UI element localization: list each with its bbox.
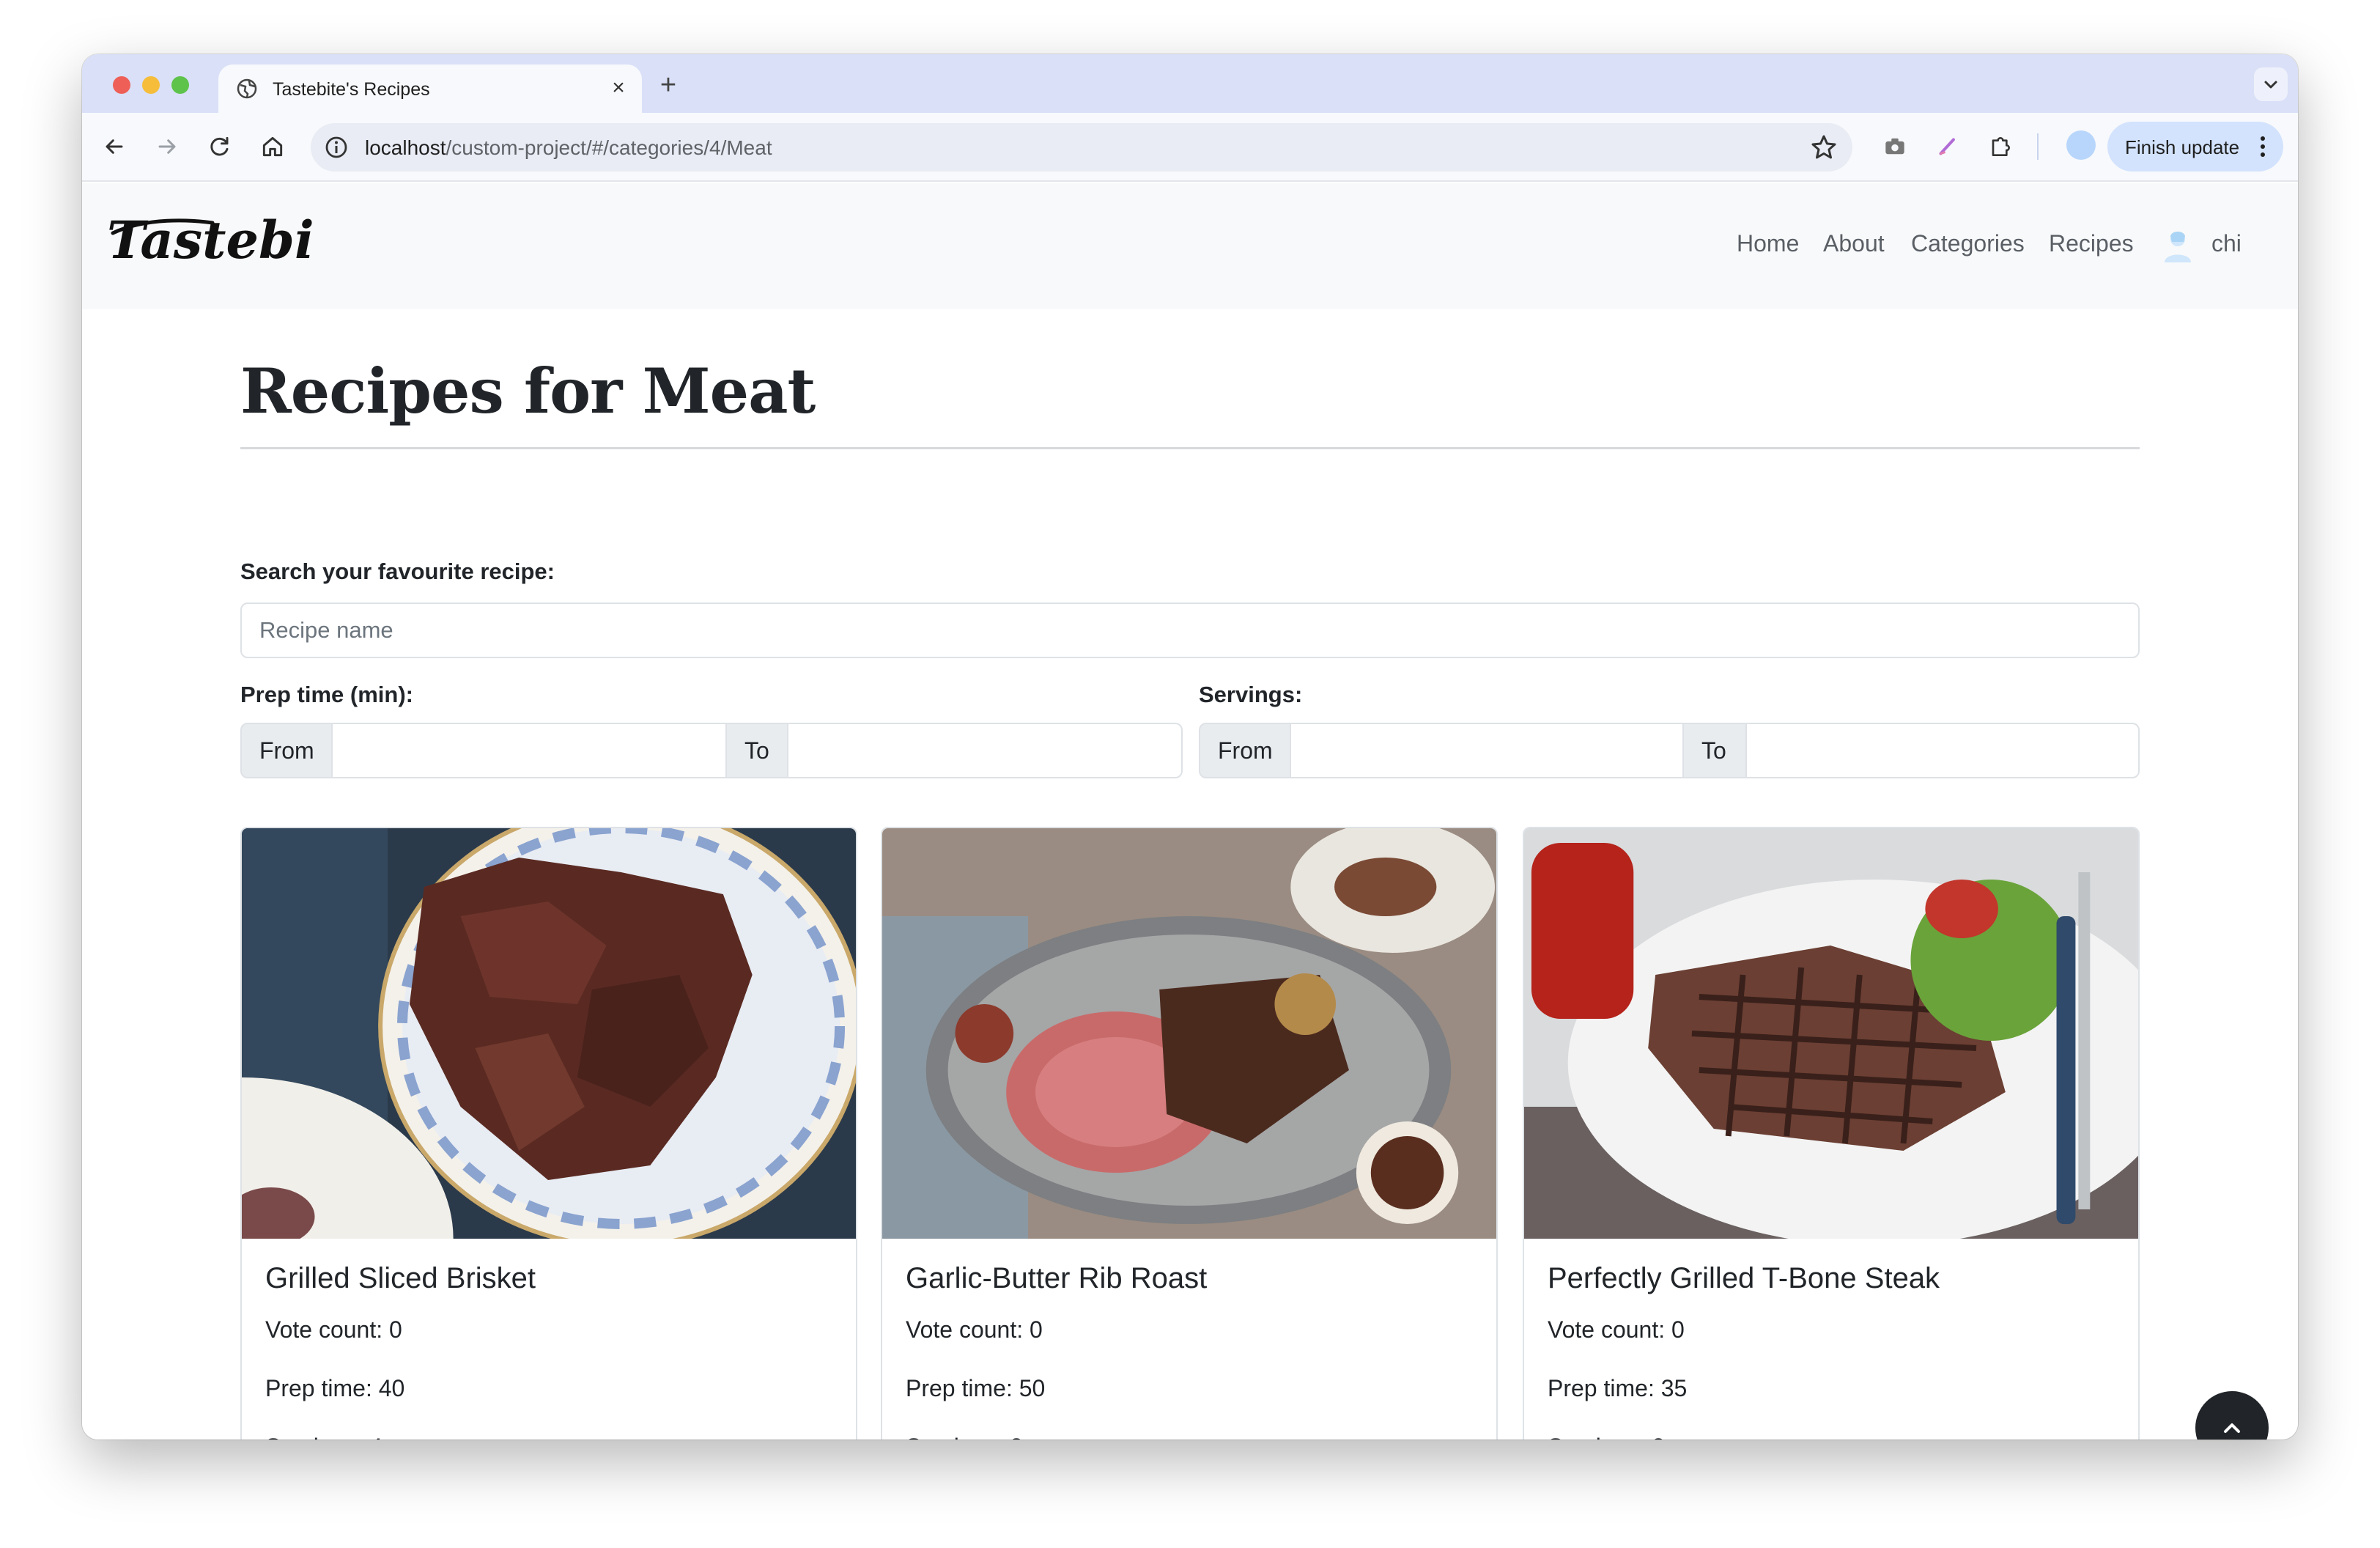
recipe-vote-count: Vote count: 0 <box>265 1316 402 1343</box>
recipe-image-brisket[interactable] <box>242 828 856 1239</box>
prep-to-input[interactable] <box>788 723 1183 778</box>
camera-icon <box>1885 138 1904 155</box>
prep-to-addon: To <box>727 723 788 778</box>
recipe-servings: Servings: 4 <box>265 1434 382 1440</box>
site-info-icon[interactable] <box>324 135 349 160</box>
browser-tab[interactable]: Tastebite's Recipes × <box>218 64 642 113</box>
recipe-image-t-bone[interactable] <box>1524 828 2138 1239</box>
tastebite-logo[interactable]: Tastebite <box>103 204 315 284</box>
screenshot-button[interactable] <box>1877 129 1912 164</box>
extensions-button[interactable] <box>1983 129 2018 164</box>
minimize-window-button[interactable] <box>142 76 160 94</box>
toolbar-divider <box>2037 133 2039 160</box>
maximize-window-button[interactable] <box>171 76 189 94</box>
nav-link-categories[interactable]: Categories <box>1911 230 2025 257</box>
recipe-prep-time: Prep time: 40 <box>265 1375 405 1401</box>
url-host: localhost <box>365 136 446 159</box>
chevron-down-icon <box>2264 81 2277 89</box>
title-divider <box>240 447 2140 449</box>
finish-update-label: Finish update <box>2125 136 2240 158</box>
close-window-button[interactable] <box>113 76 130 94</box>
new-tab-icon[interactable]: + <box>654 70 683 100</box>
profile-avatar[interactable] <box>2066 130 2096 160</box>
recipe-servings: Servings: 2 <box>1548 1434 1665 1440</box>
recipe-card[interactable]: Garlic-Butter Rib Roast Vote count: 0 Pr… <box>881 827 1498 1440</box>
user-avatar-icon[interactable] <box>2162 227 2194 265</box>
recipe-card[interactable]: Grilled Sliced Brisket Vote count: 0 Pre… <box>240 827 857 1440</box>
recipe-image-rib-roast[interactable] <box>882 828 1496 1239</box>
recipe-prep-time: Prep time: 50 <box>906 1375 1046 1401</box>
address-bar[interactable]: localhost/custom-project/#/categories/4/… <box>311 123 1852 172</box>
more-vert-icon <box>2261 136 2265 157</box>
url-text: localhost/custom-project/#/categories/4/… <box>365 136 772 160</box>
arrow-left-icon <box>106 139 123 154</box>
browser-window: Tastebite's Recipes × + localhost/custom… <box>82 54 2298 1440</box>
servings-from-input[interactable] <box>1291 723 1684 778</box>
home-icon <box>262 136 283 157</box>
forward-button[interactable] <box>149 129 185 164</box>
reload-icon <box>210 136 229 156</box>
puzzle-icon <box>1992 137 2010 156</box>
servings-from-addon: From <box>1199 723 1291 778</box>
nav-link-about[interactable]: About <box>1823 230 1885 257</box>
tab-title: Tastebite's Recipes <box>273 79 430 100</box>
recipe-title[interactable]: Perfectly Grilled T-Bone Steak <box>1548 1262 1940 1295</box>
nav-link-recipes[interactable]: Recipes <box>2049 230 2134 257</box>
url-path: /custom-project/#/categories/4/Meat <box>446 136 772 159</box>
globe-icon <box>237 78 257 99</box>
nav-link-home[interactable]: Home <box>1737 230 1799 257</box>
back-button[interactable] <box>97 129 132 164</box>
close-tab-icon[interactable]: × <box>607 76 630 100</box>
prep-time-label: Prep time (min): <box>240 682 413 707</box>
prep-time-range: From To <box>240 723 1183 778</box>
finish-update-button[interactable]: Finish update <box>2107 122 2283 172</box>
tab-strip: Tastebite's Recipes × + <box>82 54 2298 113</box>
prep-from-input[interactable] <box>333 723 727 778</box>
extension-pen-button[interactable] <box>1930 129 1965 164</box>
reload-button[interactable] <box>202 129 237 164</box>
recipe-servings: Servings: 3 <box>906 1434 1023 1440</box>
servings-to-addon: To <box>1684 723 1747 778</box>
search-label: Search your favourite recipe: <box>240 559 555 584</box>
recipe-vote-count: Vote count: 0 <box>906 1316 1043 1343</box>
servings-label: Servings: <box>1199 682 1303 707</box>
browser-toolbar: localhost/custom-project/#/categories/4/… <box>82 113 2298 182</box>
page-title: Recipes for Meat <box>240 355 816 427</box>
web-page: Tastebite Home About Categories Recipes … <box>82 183 2298 1440</box>
arrow-right-icon <box>158 139 176 154</box>
home-button[interactable] <box>255 129 290 164</box>
logo-text: Tastebite <box>107 210 315 270</box>
site-navbar: Tastebite Home About Categories Recipes … <box>82 183 2298 309</box>
recipe-vote-count: Vote count: 0 <box>1548 1316 1685 1343</box>
servings-to-input[interactable] <box>1747 723 2140 778</box>
recipe-title[interactable]: Garlic-Butter Rib Roast <box>906 1262 1207 1295</box>
recipe-card[interactable]: Perfectly Grilled T-Bone Steak Vote coun… <box>1523 827 2140 1440</box>
recipe-search-input[interactable] <box>240 602 2140 658</box>
prep-from-addon: From <box>240 723 333 778</box>
pen-icon <box>1939 138 1955 155</box>
servings-range: From To <box>1199 723 2140 778</box>
recipe-prep-time: Prep time: 35 <box>1548 1375 1688 1401</box>
chevron-up-icon <box>2224 1423 2240 1433</box>
back-to-top-button[interactable] <box>2195 1391 2269 1440</box>
user-name[interactable]: chi <box>2211 230 2242 257</box>
tab-search-button[interactable] <box>2254 67 2288 101</box>
star-icon[interactable] <box>1808 132 1839 163</box>
recipe-title[interactable]: Grilled Sliced Brisket <box>265 1262 536 1295</box>
